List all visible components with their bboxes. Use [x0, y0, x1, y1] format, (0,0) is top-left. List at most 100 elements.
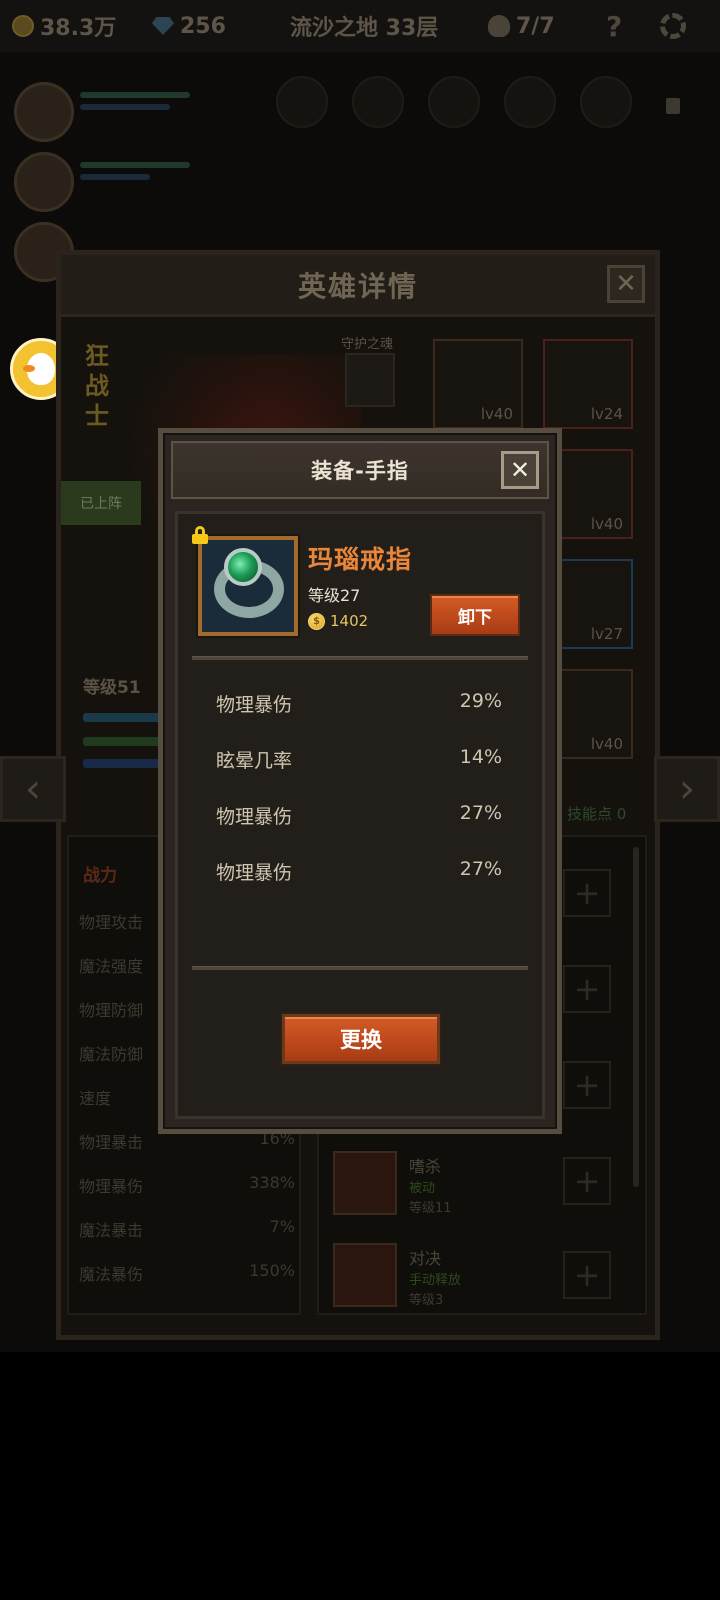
hero-mp-bar — [83, 759, 163, 768]
hero-detail-header: 英雄详情 ✕ — [61, 255, 655, 317]
item-level: 等级27 — [308, 586, 361, 605]
stat-name: 魔法暴伤 — [79, 1265, 144, 1284]
attribute-value: 27% — [459, 802, 502, 824]
skill-level: 等级3 — [409, 1293, 444, 1308]
attribute-name: 眩晕几率 — [216, 750, 293, 772]
ring-gem-icon — [224, 548, 262, 586]
equipment-modal-body: 玛瑙戒指 等级27 $ 1402 卸下 物理暴伤 29% 眩晕几率 14% 物理… — [175, 511, 545, 1119]
guardian-soul-label: 守护之魂 — [341, 337, 394, 352]
unequip-button[interactable]: 卸下 — [430, 594, 520, 636]
hero-hp-bar — [83, 737, 163, 746]
item-price: $ 1402 — [308, 612, 368, 630]
skill-name: 嗜杀 — [409, 1157, 442, 1176]
attribute-value: 14% — [459, 746, 502, 768]
deployed-badge: 已上阵 — [61, 481, 141, 525]
hero-hp-bar — [80, 92, 190, 98]
attribute-row: 物理暴伤 29% — [216, 690, 502, 717]
attribute-name: 物理暴伤 — [216, 694, 293, 716]
hero-mp-bar — [80, 174, 150, 180]
divider — [192, 966, 528, 970]
equipment-modal: 装备-手指 ✕ 玛瑙戒指 等级27 $ 1402 卸下 物理暴伤 29% 眩晕几… — [158, 428, 562, 1134]
attribute-value: 29% — [459, 690, 502, 712]
slot-level: lv40 — [590, 515, 623, 533]
stat-row: 魔法暴伤 150% — [79, 1261, 295, 1285]
stat-row: 魔法暴击 7% — [79, 1217, 295, 1241]
attribute-name: 物理暴伤 — [216, 806, 293, 828]
lock-icon — [666, 98, 680, 114]
skill-upgrade-plus-button[interactable]: + — [563, 965, 611, 1013]
equip-slot-head[interactable]: lv40 — [433, 339, 523, 429]
slot-level: lv27 — [590, 625, 623, 643]
stat-name: 魔法强度 — [79, 957, 144, 976]
stat-name: 速度 — [79, 1089, 112, 1108]
hero-detail-close-button[interactable]: ✕ — [607, 265, 645, 303]
lives-amount: 7/7 — [516, 13, 555, 39]
skill-upgrade-plus-button[interactable]: + — [563, 1061, 611, 1109]
gem-counter: 256 — [152, 14, 226, 39]
bloodlust-skill-icon[interactable] — [333, 1151, 397, 1215]
close-button[interactable]: ✕ — [501, 451, 539, 489]
guardian-soul-slot[interactable] — [345, 353, 395, 407]
attribute-row: 物理暴伤 27% — [216, 802, 502, 829]
skill-upgrade-plus-button[interactable]: + — [563, 1157, 611, 1205]
attribute-row: 物理暴伤 27% — [216, 858, 502, 885]
combat-power-label: 战力 — [83, 866, 117, 886]
hero-level: 等级51 — [83, 678, 141, 698]
stat-name: 物理防御 — [79, 1001, 144, 1020]
help-icon[interactable]: ? — [606, 10, 622, 43]
gold-coin-icon: $ — [308, 612, 325, 630]
slot-level: lv40 — [480, 405, 513, 423]
skill-upgrade-plus-button[interactable]: + — [563, 869, 611, 917]
stat-value: 150% — [249, 1261, 295, 1280]
skill-points: 技能点 0 — [567, 805, 627, 823]
lock-icon[interactable] — [192, 526, 208, 544]
stat-value: 7% — [269, 1217, 295, 1236]
team-slot[interactable] — [276, 76, 328, 128]
hero-portrait[interactable] — [14, 82, 74, 142]
team-slot[interactable] — [580, 76, 632, 128]
stat-row: 物理暴伤 338% — [79, 1173, 295, 1197]
attribute-row: 眩晕几率 14% — [216, 746, 502, 773]
equip-slot-neck[interactable]: lv24 — [543, 339, 633, 429]
team-slot[interactable] — [352, 76, 404, 128]
item-icon-frame — [198, 536, 298, 636]
divider — [192, 656, 528, 660]
stat-value: 338% — [249, 1173, 295, 1192]
skill-upgrade-plus-button[interactable]: + — [563, 1251, 611, 1299]
stat-name: 魔法防御 — [79, 1045, 144, 1064]
stat-name: 物理暴击 — [79, 1133, 144, 1152]
gold-counter: 38.3万 — [12, 10, 116, 42]
skill-name: 对决 — [409, 1249, 442, 1268]
prev-hero-arrow-icon[interactable]: ‹ — [0, 756, 66, 822]
hero-hp-bar — [80, 162, 190, 168]
hero-exp-bar — [83, 713, 163, 722]
team-slot[interactable] — [504, 76, 556, 128]
lives-counter: 7/7 — [488, 14, 555, 39]
gem-amount: 256 — [180, 13, 226, 39]
slot-level: lv40 — [590, 735, 623, 753]
skill-type: 手动释放 — [409, 1273, 462, 1288]
hero-detail-title: 英雄详情 — [297, 269, 418, 303]
gold-amount: 38.3万 — [40, 16, 117, 41]
duel-skill-icon[interactable] — [333, 1243, 397, 1307]
skull-icon — [488, 15, 510, 37]
hero-portrait[interactable] — [14, 152, 74, 212]
stat-name: 物理暴伤 — [79, 1177, 144, 1196]
replace-button[interactable]: 更换 — [282, 1014, 440, 1064]
stage-name: 流沙之地 33层 — [290, 16, 439, 41]
hero-mp-bar — [80, 104, 170, 110]
stat-name: 魔法暴击 — [79, 1221, 144, 1240]
hero-name: 狂战士 — [85, 342, 109, 430]
stat-name: 物理攻击 — [79, 913, 144, 932]
skill-level: 等级11 — [409, 1201, 452, 1216]
team-slot[interactable] — [428, 76, 480, 128]
gem-icon — [152, 17, 174, 35]
gold-coin-icon — [12, 15, 34, 37]
skills-scrollbar[interactable] — [633, 847, 639, 1187]
equipment-modal-header: 装备-手指 ✕ — [171, 441, 549, 499]
settings-gear-icon[interactable] — [660, 13, 686, 39]
equipment-modal-title: 装备-手指 — [311, 459, 409, 483]
next-hero-arrow-icon[interactable]: › — [654, 756, 720, 822]
slot-level: lv24 — [590, 405, 623, 423]
attribute-value: 27% — [459, 858, 502, 880]
